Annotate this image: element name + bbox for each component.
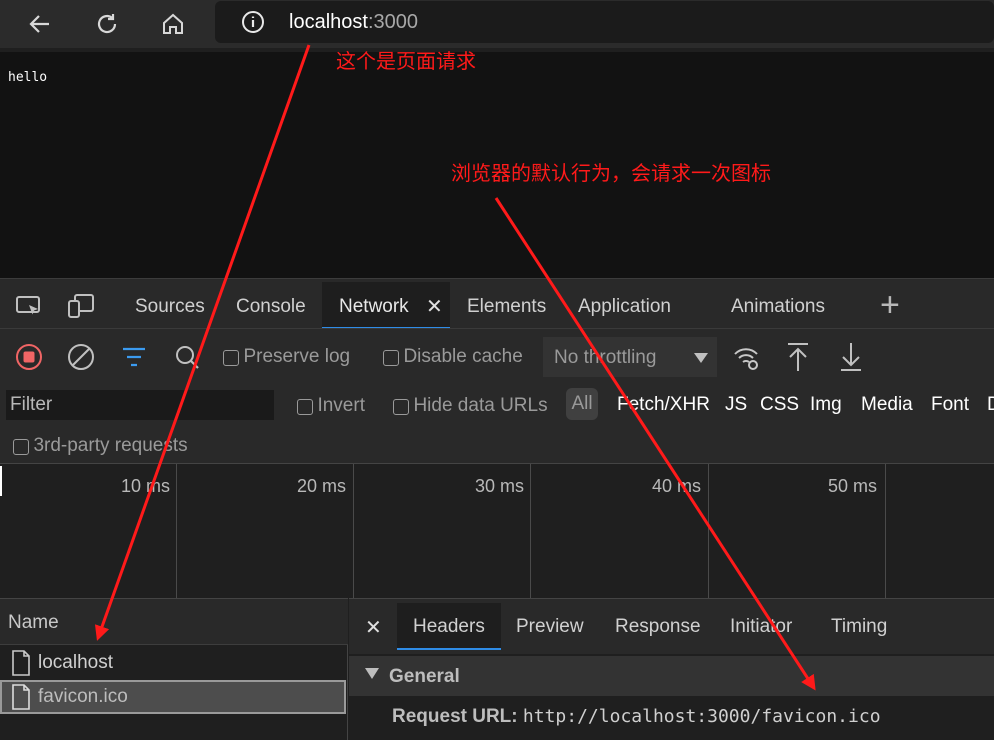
timeline-tick-label: 20 ms <box>297 476 347 496</box>
preserve-log-checkbox[interactable]: Preserve log <box>223 346 350 368</box>
tab-response[interactable]: Response <box>615 616 701 638</box>
url-text[interactable]: localhost:3000 <box>289 11 418 34</box>
tab-animations[interactable]: Animations <box>731 296 825 318</box>
search-icon[interactable] <box>174 344 200 370</box>
name-column-header[interactable]: Name <box>0 599 348 645</box>
close-details-icon[interactable]: ✕ <box>365 615 382 640</box>
timeline-gridline <box>353 464 354 598</box>
import-har-icon[interactable] <box>786 341 810 373</box>
name-header-label: Name <box>8 612 59 633</box>
disable-cache-label: Disable cache <box>403 346 523 367</box>
annotation-favicon-note: 浏览器的默认行为，会请求一次图标 <box>451 163 771 185</box>
chevron-down-icon <box>694 353 708 363</box>
tab-sources[interactable]: Sources <box>135 296 205 318</box>
checkbox-box[interactable] <box>383 349 399 366</box>
refresh-icon <box>97 14 117 34</box>
request-name: favicon.ico <box>38 686 128 707</box>
preserve-log-label: Preserve log <box>243 346 351 367</box>
network-toolbar: Preserve log Disable cache No throttling <box>0 328 994 386</box>
timeline-tick-label: 50 ms <box>828 476 878 496</box>
browser-toolbar: localhost:3000 <box>0 0 994 48</box>
tab-elements[interactable]: Elements <box>467 296 546 318</box>
details-tabbar: ✕ Headers Preview Response Initiator Tim… <box>349 599 994 654</box>
clear-icon[interactable] <box>67 343 95 371</box>
third-party-row: 3rd-party requests <box>0 430 994 464</box>
request-details: ✕ Headers Preview Response Initiator Tim… <box>349 598 994 740</box>
filter-icon[interactable] <box>121 345 147 369</box>
address-bar[interactable]: localhost:3000 <box>215 1 994 43</box>
expand-triangle-icon <box>365 668 379 679</box>
close-tab-icon[interactable]: ✕ <box>426 294 443 319</box>
throttling-select[interactable]: No throttling <box>543 337 717 377</box>
filter-font[interactable]: Font <box>931 394 969 416</box>
tab-console[interactable]: Console <box>236 296 306 318</box>
filter-doc[interactable]: D <box>987 394 994 416</box>
disable-cache-checkbox[interactable]: Disable cache <box>383 346 523 368</box>
third-party-label: 3rd-party requests <box>33 435 188 456</box>
inspect-element-icon[interactable] <box>15 293 43 319</box>
timeline-gridline <box>176 464 177 598</box>
network-conditions-icon[interactable] <box>732 344 762 372</box>
checkbox-box[interactable] <box>13 438 29 455</box>
general-section-header[interactable]: General <box>349 656 994 696</box>
info-icon[interactable] <box>241 10 265 34</box>
timeline-tick-label: 30 ms <box>475 476 525 496</box>
document-icon <box>12 650 30 676</box>
throttling-value: No throttling <box>554 347 657 368</box>
filter-all-button[interactable]: All <box>566 388 598 420</box>
hide-data-urls-checkbox[interactable]: Hide data URLs <box>393 395 548 417</box>
filter-js[interactable]: JS <box>725 394 747 416</box>
filter-placeholder: Filter <box>10 394 53 415</box>
timeline-tick-label: 10 ms <box>121 476 171 496</box>
record-icon[interactable] <box>15 343 43 371</box>
arrow-left-icon <box>29 15 49 33</box>
add-tab-icon[interactable]: + <box>880 286 900 325</box>
home-button[interactable] <box>155 6 191 42</box>
invert-checkbox[interactable]: Invert <box>297 395 365 417</box>
filter-css[interactable]: CSS <box>760 394 799 416</box>
tab-timing[interactable]: Timing <box>831 616 887 638</box>
devtools-tabbar: Sources Console Network ✕ Elements Appli… <box>0 278 994 329</box>
annotation-page-request: 这个是页面请求 <box>336 51 476 73</box>
timeline-cursor <box>0 466 2 496</box>
checkbox-box[interactable] <box>297 398 313 415</box>
timeline-gridline <box>530 464 531 598</box>
page-body-text: hello <box>8 70 48 85</box>
device-emulation-icon[interactable] <box>67 293 95 319</box>
request-name: localhost <box>38 652 113 673</box>
tab-preview[interactable]: Preview <box>516 616 584 638</box>
filter-img[interactable]: Img <box>810 394 842 416</box>
checkbox-box[interactable] <box>223 349 239 366</box>
invert-label: Invert <box>317 395 365 416</box>
filter-media[interactable]: Media <box>861 394 913 416</box>
request-row-localhost[interactable]: localhost <box>0 646 346 680</box>
network-timeline[interactable]: 10 ms 20 ms 30 ms 40 ms 50 ms <box>0 464 994 598</box>
back-button[interactable] <box>22 6 58 42</box>
request-row-favicon[interactable]: favicon.ico <box>0 680 346 714</box>
tab-network[interactable]: Network <box>339 296 409 318</box>
filter-fetch-xhr[interactable]: Fetch/XHR <box>617 394 710 416</box>
document-icon <box>12 684 30 710</box>
request-url-row: Request URL: http://localhost:3000/favic… <box>392 706 881 728</box>
request-url-value[interactable]: http://localhost:3000/favicon.ico <box>523 706 881 727</box>
tab-application[interactable]: Application <box>578 296 671 318</box>
export-har-icon[interactable] <box>839 341 863 373</box>
filter-row: Filter Invert Hide data URLs All Fetch/X… <box>0 386 994 430</box>
timeline-tick-label: 40 ms <box>652 476 702 496</box>
general-section-title: General <box>389 666 460 687</box>
filter-input[interactable]: Filter <box>6 390 274 420</box>
third-party-checkbox[interactable]: 3rd-party requests <box>13 435 188 457</box>
hide-data-urls-label: Hide data URLs <box>413 395 548 416</box>
checkbox-box[interactable] <box>393 398 409 415</box>
request-url-label: Request URL: <box>392 706 518 727</box>
timeline-gridline <box>708 464 709 598</box>
refresh-button[interactable] <box>89 6 125 42</box>
tab-initiator[interactable]: Initiator <box>730 616 792 638</box>
tab-headers[interactable]: Headers <box>413 616 485 638</box>
timeline-gridline <box>885 464 886 598</box>
url-port: :3000 <box>367 11 418 33</box>
request-list: Name localhost favicon.ico <box>0 598 348 740</box>
url-host: localhost <box>289 11 368 33</box>
home-icon <box>163 13 183 34</box>
